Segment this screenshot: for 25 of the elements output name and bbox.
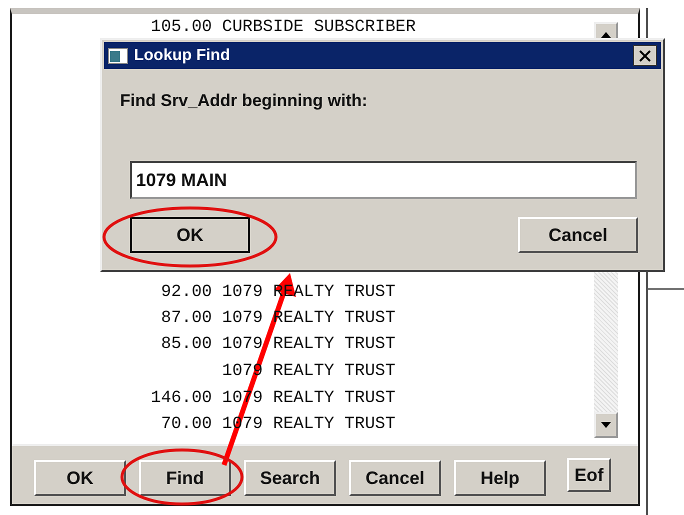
dialog-button[interactable]: OK: [130, 217, 250, 253]
action-button[interactable]: Eof: [567, 458, 611, 492]
dialog-title: Lookup Find: [134, 46, 231, 64]
action-button[interactable]: Find: [139, 460, 231, 496]
action-button[interactable]: Search: [244, 460, 336, 496]
close-icon: [639, 50, 651, 62]
action-button[interactable]: OK: [34, 460, 126, 496]
scroll-down-button[interactable]: [594, 412, 618, 438]
name-text: CURBSIDE SUBSCRIBER: [222, 18, 416, 36]
action-button[interactable]: Help: [454, 460, 546, 496]
amount-text: 85.00: [160, 335, 212, 354]
amount-text: 105.00: [150, 18, 212, 36]
up-triangle-icon: [601, 32, 611, 38]
window-icon: [108, 48, 128, 64]
dialog-button[interactable]: Cancel: [518, 217, 638, 253]
amount-text: 87.00: [160, 308, 212, 328]
action-button[interactable]: Cancel: [349, 460, 441, 496]
close-button[interactable]: [633, 45, 657, 66]
amount-text: 146.00: [150, 388, 212, 408]
amount-text: 70.00: [160, 415, 212, 434]
down-triangle-icon: [601, 422, 611, 428]
name-text: 1079 REALTY TRUST: [222, 335, 396, 354]
amount-text: 92.00: [160, 282, 212, 302]
input-field[interactable]: 1079 MAIN: [130, 161, 637, 199]
prompt-label: Find Srv_Addr beginning with:: [119, 90, 368, 112]
